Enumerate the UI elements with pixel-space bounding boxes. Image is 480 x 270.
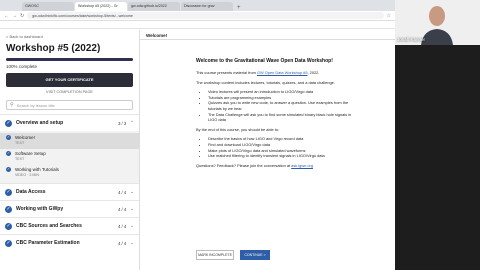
check-circle-icon: ✓: [6, 167, 11, 172]
tab-bar: GWOSC Workshop #5 (2022) - Gr gw-odw.git…: [0, 0, 395, 11]
intro-paragraph: This course presents material from GW Op…: [196, 70, 346, 76]
chevron-down-icon: ⌄: [130, 240, 134, 245]
lesson-name: Working with Tutorials: [15, 167, 59, 172]
chevron-up-icon: ⌃: [130, 120, 134, 125]
section-count: 4 / 4: [118, 240, 127, 246]
lesson-text: Welcome! TEXT: [15, 135, 35, 145]
check-circle-icon: ✓: [5, 188, 12, 196]
course-sidebar: < Back to dashboard Workshop #5 (2022) 1…: [0, 30, 140, 270]
section-title: Overview and setup: [16, 120, 64, 126]
feedback-paragraph: Questions? Feedback? Please join the con…: [196, 163, 346, 169]
address-bar: ← → ↻ gw-odw.thinkific.com/courses/take/…: [0, 11, 395, 21]
url-field[interactable]: gw-odw.thinkific.com/courses/take/worksh…: [27, 12, 384, 19]
intro-text: This course presents material from: [196, 70, 257, 75]
chevron-down-icon: ⌄: [130, 189, 134, 194]
section-header[interactable]: ✓ CBC Sources and Searches 4 / 4 ⌄: [0, 218, 139, 234]
star-icon[interactable]: ☆: [387, 13, 391, 19]
section-cbc-parameter-estimation[interactable]: ✓ CBC Parameter Estimation 4 / 4 ⌄: [0, 234, 139, 251]
course-title: Workshop #5 (2022): [6, 43, 101, 54]
lesson-name: Software Setup: [15, 151, 46, 156]
search-placeholder: Search by lesson title: [16, 102, 55, 108]
section-count: 3 / 3: [118, 120, 127, 126]
chevron-down-icon: ⌄: [130, 206, 134, 211]
lesson-name: Welcome!: [15, 135, 35, 140]
lesson-header: Welcome!: [140, 30, 395, 40]
back-to-dashboard-link[interactable]: < Back to dashboard: [6, 34, 133, 39]
section-overview-and-setup: ✓ Overview and setup 3 / 3 ⌃ ✓ Welcome! …: [0, 114, 139, 183]
section-header[interactable]: ✓ CBC Parameter Estimation 4 / 4 ⌄: [0, 235, 139, 251]
lesson-search-input[interactable]: ⚲ Search by lesson title: [6, 100, 133, 110]
section-title: Data Access: [16, 189, 46, 195]
section-working-with-gwpy[interactable]: ✓ Working with GWpy 4 / 4 ⌄: [0, 200, 139, 217]
continue-button[interactable]: CONTINUE >: [240, 250, 270, 260]
lesson-item-welcome[interactable]: ✓ Welcome! TEXT: [0, 133, 139, 149]
mark-incomplete-button[interactable]: MARK INCOMPLETE: [196, 250, 234, 260]
check-circle-icon: ✓: [6, 151, 11, 156]
section-cbc-sources-and-searches[interactable]: ✓ CBC Sources and Searches 4 / 4 ⌄: [0, 217, 139, 234]
course-player: < Back to dashboard Workshop #5 (2022) 1…: [0, 30, 395, 270]
search-icon: ⚲: [10, 102, 14, 108]
feedback-link[interactable]: ask.igwn.org: [291, 163, 313, 168]
lesson-text: Working with Tutorials VIDEO · 3 MIN: [15, 167, 59, 177]
feedback-text: Questions? Feedback? Please join the con…: [196, 162, 292, 168]
bookmarks-bar: [0, 21, 395, 29]
progress-text: 100% complete: [6, 64, 38, 69]
lesson-heading: Welcome to the Gravitational Wave Open D…: [196, 58, 333, 64]
bullet-item: The Data Challenge will ask you to find …: [208, 112, 356, 123]
section-header[interactable]: ✓ Working with GWpy 4 / 4 ⌄: [0, 201, 139, 217]
browser-tab[interactable]: gw-odw.github.io/2022: [128, 2, 180, 11]
section-header[interactable]: ✓ Overview and setup 3 / 3 ⌃: [0, 115, 139, 131]
progress-bar: [6, 58, 133, 61]
intro-text-end: , 2022.: [307, 70, 320, 75]
bullet-item: Quizzes ask you to write new code, to an…: [208, 100, 356, 111]
lesson-body: Welcome to the Gravitational Wave Open D…: [140, 40, 395, 270]
get-certificate-button[interactable]: GET YOUR CERTIFICATE: [6, 73, 133, 87]
lesson-list: ✓ Welcome! TEXT ✓ Software Setup TEXT ✓ …: [0, 131, 139, 183]
browser-window: GWOSC Workshop #5 (2022) - Gr gw-odw.git…: [0, 0, 395, 270]
content-bullets: Video lectures will present an introduct…: [196, 89, 356, 123]
lesson-text: Software Setup TEXT: [15, 151, 46, 161]
lesson-meta: VIDEO · 3 MIN: [15, 173, 39, 177]
browser-tab[interactable]: GWOSC: [22, 2, 74, 11]
lesson-item-working-with-tutorials[interactable]: ✓ Working with Tutorials VIDEO · 3 MIN: [0, 165, 139, 181]
section-count: 4 / 4: [118, 189, 127, 195]
section-title: CBC Parameter Estimation: [16, 240, 80, 246]
new-tab-button[interactable]: +: [234, 5, 244, 11]
check-circle-icon: ✓: [5, 205, 12, 213]
check-circle-icon: ✓: [6, 135, 11, 140]
section-count: 4 / 4: [118, 206, 127, 212]
reload-icon[interactable]: ↻: [20, 13, 24, 19]
section-header[interactable]: ✓ Data Access 4 / 4 ⌄: [0, 184, 139, 200]
section-title: CBC Sources and Searches: [16, 223, 82, 229]
browser-tab[interactable]: Discussion for grav: [181, 2, 233, 11]
lesson-meta: TEXT: [15, 141, 25, 145]
bullet-item: Use matched filtering to identify transi…: [208, 153, 356, 159]
webcam-overlay: Jonah Kanner: [395, 0, 480, 270]
back-arrow-icon[interactable]: ←: [4, 13, 9, 19]
chevron-down-icon: ⌄: [130, 223, 134, 228]
completion-page-link[interactable]: VISIT COMPLETION PAGE: [6, 90, 133, 94]
lesson-item-software-setup[interactable]: ✓ Software Setup TEXT: [0, 149, 139, 165]
forward-arrow-icon[interactable]: →: [12, 13, 17, 19]
presenter-name-tag: Jonah Kanner: [397, 37, 426, 42]
workshop-includes-text: The workshop content includes lectures, …: [196, 79, 335, 85]
check-circle-icon: ✓: [5, 239, 12, 247]
workshop-link[interactable]: GW Open Data Workshop #5: [257, 70, 308, 75]
browser-tab-active[interactable]: Workshop #5 (2022) - Gr: [75, 2, 127, 11]
lesson-footer: MARK INCOMPLETE CONTINUE >: [196, 250, 270, 260]
sidebar-header: < Back to dashboard Workshop #5 (2022) 1…: [0, 30, 139, 110]
check-circle-icon: ✓: [5, 222, 12, 230]
lesson-content: Welcome! Welcome to the Gravitational Wa…: [140, 30, 395, 270]
section-count: 4 / 4: [118, 223, 127, 229]
section-title: Working with GWpy: [16, 206, 64, 212]
end-of-course-text: By the end of this course, you should be…: [196, 126, 280, 132]
goals-bullets: Describe the basics of how LIGO and Virg…: [196, 136, 356, 158]
webcam-feed: Jonah Kanner: [395, 0, 480, 45]
section-data-access[interactable]: ✓ Data Access 4 / 4 ⌄: [0, 183, 139, 200]
check-circle-icon: ✓: [5, 119, 12, 127]
progress-bar-fill: [6, 58, 133, 61]
lesson-meta: TEXT: [15, 157, 25, 161]
